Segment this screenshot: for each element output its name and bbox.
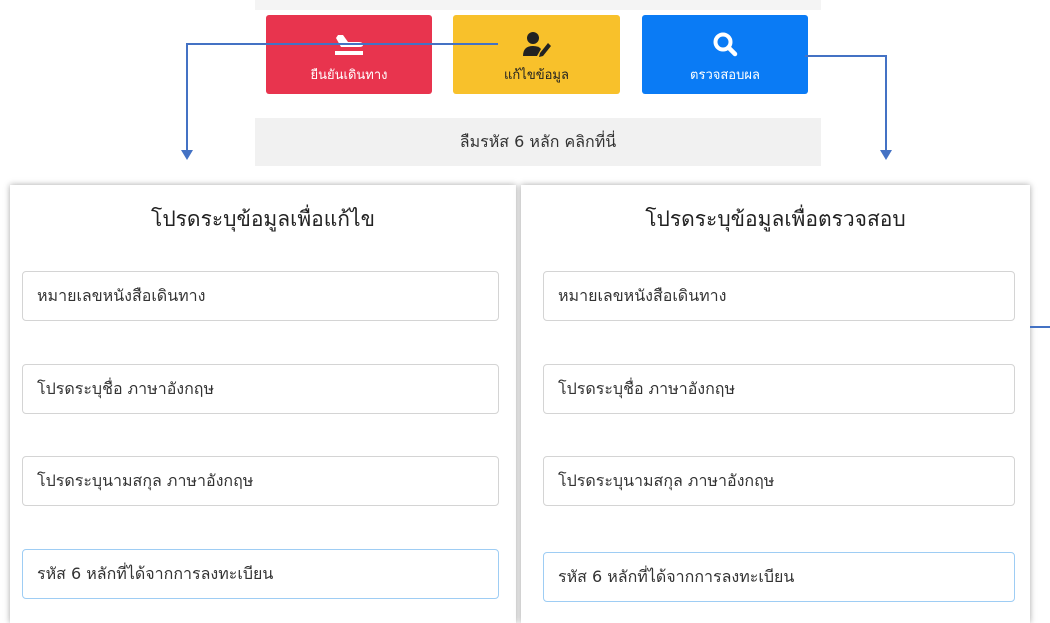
registration-code-input[interactable]: รหัส 6 หลักที่ได้จากการลงทะเบียน <box>543 552 1015 602</box>
user-edit-icon <box>522 30 552 58</box>
arrow-head-left <box>181 150 193 160</box>
top-strip <box>255 0 821 10</box>
registration-code-input[interactable]: รหัส 6 หลักที่ได้จากการลงทะเบียน <box>22 549 499 599</box>
edit-form-title: โปรดระบุข้อมูลเพื่อแก้ไข <box>151 207 375 231</box>
check-result-label: ตรวจสอบผล <box>690 68 760 83</box>
first-name-input[interactable]: โปรดระบุชื่อ ภาษาอังกฤษ <box>543 364 1015 414</box>
last-name-input[interactable]: โปรดระบุนามสกุล ภาษาอังกฤษ <box>22 456 499 506</box>
edit-info-label: แก้ไขข้อมูล <box>504 68 569 83</box>
first-name-input[interactable]: โปรดระบุชื่อ ภาษาอังกฤษ <box>22 364 499 414</box>
check-form-panel: โปรดระบุข้อมูลเพื่อตรวจสอบ หมายเลขหนังสื… <box>521 185 1030 623</box>
passport-number-input[interactable]: หมายเลขหนังสือเดินทาง <box>543 271 1015 321</box>
edit-info-button[interactable]: แก้ไขข้อมูล <box>453 15 620 94</box>
confirm-travel-label: ยืนยันเดินทาง <box>310 68 388 83</box>
check-result-button[interactable]: ตรวจสอบผล <box>642 15 808 94</box>
last-name-input[interactable]: โปรดระบุนามสกุล ภาษาอังกฤษ <box>543 456 1015 506</box>
search-icon <box>712 30 738 58</box>
confirm-travel-button[interactable]: ยืนยันเดินทาง <box>266 15 432 94</box>
check-form-title: โปรดระบุข้อมูลเพื่อตรวจสอบ <box>645 207 906 231</box>
passport-number-input[interactable]: หมายเลขหนังสือเดินทาง <box>22 271 499 321</box>
forgot-code-link[interactable]: ลืมรหัส 6 หลัก คลิกที่นี่ <box>255 118 821 166</box>
edit-form-panel: โปรดระบุข้อมูลเพื่อแก้ไข หมายเลขหนังสือเ… <box>10 185 516 623</box>
plane-arrival-icon <box>332 30 366 58</box>
arrow-head-right <box>880 150 892 160</box>
